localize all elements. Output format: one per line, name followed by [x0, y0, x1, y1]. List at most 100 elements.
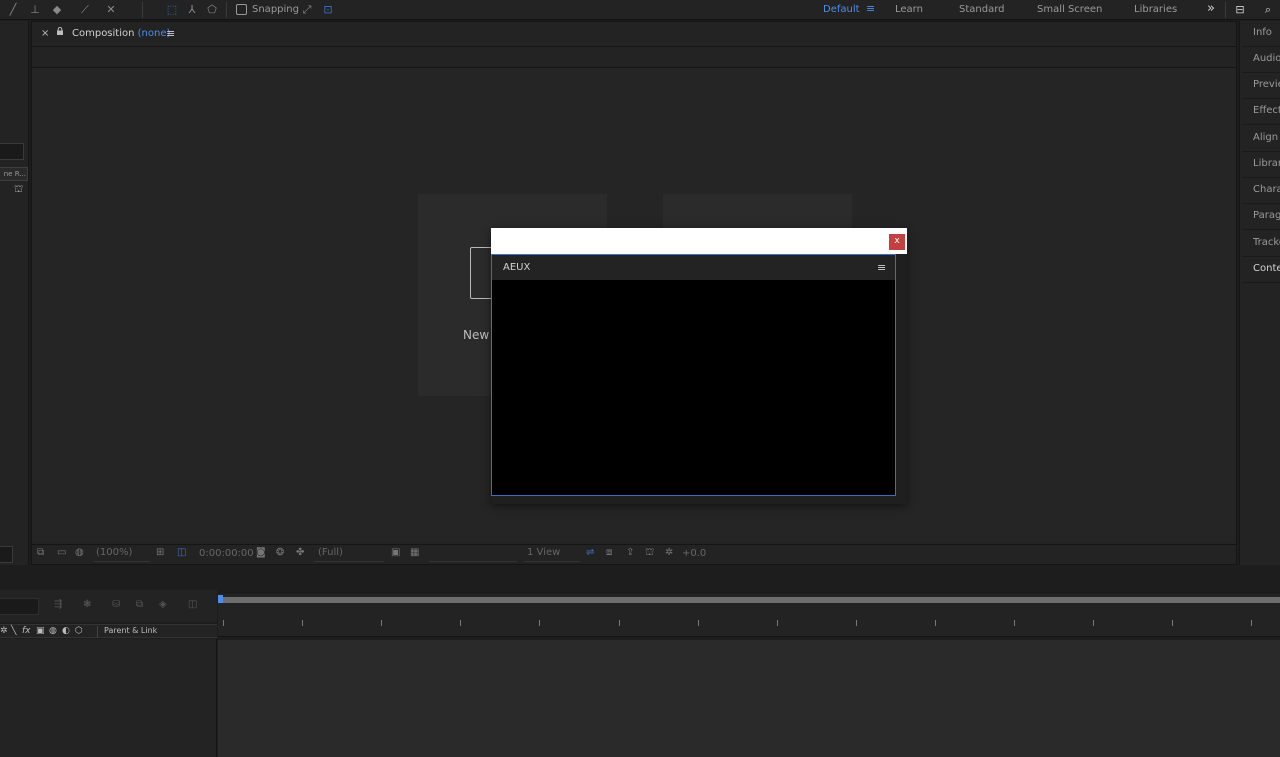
puppet-pin-tool-icon[interactable]: ✕ — [102, 1, 120, 19]
workspace-libraries[interactable]: Libraries — [1134, 4, 1177, 15]
brush-tool-icon[interactable]: ╱ — [4, 1, 22, 19]
axis-local-icon[interactable]: ⬚ — [163, 1, 181, 19]
motion-blur-icon[interactable]: ◈ — [159, 599, 167, 610]
composition-footer: ⧉ ▭ ◍ (100%) ⊞ ◫ 0:00:00:00 ◙ ❂ ✤ (Full)… — [32, 544, 1236, 564]
panel-align[interactable]: Align — [1242, 126, 1280, 152]
magnification-dropdown[interactable]: (100%) — [94, 547, 150, 562]
timeline-icon[interactable]: ⇪ — [626, 547, 634, 558]
transparency-grid-icon[interactable]: ▦ — [410, 547, 419, 558]
snap-options-icon[interactable]: ⤢ — [298, 1, 316, 19]
hide-shy-layers-icon[interactable]: ⛁ — [112, 599, 120, 610]
workspace-small-screen[interactable]: Small Screen — [1037, 4, 1102, 15]
panel-audio[interactable]: Audio — [1242, 47, 1280, 73]
panel-preview[interactable]: Previe — [1242, 73, 1280, 99]
lock-icon[interactable] — [56, 27, 64, 35]
panel-content[interactable]: Conter — [1242, 257, 1280, 283]
flowchart-icon[interactable]: ⛫ — [14, 184, 23, 197]
panel-menu-icon[interactable]: ≡ — [166, 27, 175, 40]
show-snapshot-icon[interactable]: ❂ — [276, 547, 284, 558]
vr-icon[interactable]: ◍ — [75, 547, 84, 558]
flowchart-icon[interactable]: ⛫ — [645, 547, 654, 560]
frame-blending-icon[interactable]: ⧉ — [136, 599, 143, 610]
motion-blur-switch-icon[interactable]: ◍ — [49, 625, 57, 638]
ruler-tick — [302, 620, 303, 626]
timeline-layer-list — [0, 639, 217, 757]
roto-brush-tool-icon[interactable]: ⟋ — [76, 1, 94, 19]
toolbar-separator — [226, 2, 227, 18]
panel-libraries[interactable]: Librari — [1242, 152, 1280, 178]
aeux-dialog-titlebar[interactable]: x — [491, 228, 907, 254]
workspace-overflow-icon[interactable]: » — [1207, 1, 1215, 16]
panel-effects[interactable]: Effects — [1242, 99, 1280, 125]
project-bottom-field[interactable] — [0, 546, 13, 563]
composition-tab-label: Composition — [72, 28, 135, 39]
panel-info[interactable]: Info — [1242, 21, 1280, 47]
quality-switch-icon[interactable]: ╲ — [11, 625, 16, 638]
panel-tracker[interactable]: Tracke — [1242, 231, 1280, 257]
composition-tab-bar: × Composition (none) ≡ — [32, 22, 1236, 47]
shy-switch-icon[interactable]: ✲ — [0, 625, 8, 638]
graph-editor-icon[interactable]: ◫ — [188, 599, 197, 610]
snapping-checkbox[interactable] — [236, 4, 247, 15]
exposure-value[interactable]: +0.0 — [682, 548, 706, 559]
workspace-layout-icon[interactable]: ⊟ — [1231, 1, 1249, 19]
color-channel-icon[interactable]: ✤ — [296, 547, 304, 558]
project-search-input[interactable] — [0, 143, 24, 160]
timeline-search-input[interactable] — [0, 598, 39, 615]
region-of-interest-icon[interactable]: ▣ — [391, 547, 400, 558]
resolution-dropdown[interactable]: (Full) — [314, 547, 384, 562]
ruler-tick — [856, 620, 857, 626]
top-toolbar: ╱ ⊥ ◆ ⟋ ✕ ⬚ ⅄ ⬠ Snapping ⤢ ⊡ Default ≡ L… — [0, 0, 1280, 20]
adjustment-layer-switch-icon[interactable]: ◐ — [62, 625, 70, 638]
workspace-learn[interactable]: Learn — [895, 4, 923, 15]
mask-visibility-icon[interactable]: ◫ — [177, 547, 186, 558]
always-preview-icon[interactable]: ⧉ — [37, 547, 44, 558]
aeux-panel-header: AEUX ≡ — [492, 255, 895, 280]
grid-guide-icon[interactable]: ⊞ — [156, 547, 164, 558]
search-help-icon[interactable]: ⌕ — [1259, 1, 1277, 19]
panel-menu-icon[interactable]: ≡ — [877, 261, 886, 274]
effect-switch-icon[interactable]: fx — [22, 625, 31, 638]
workspace-menu-icon[interactable]: ≡ — [866, 2, 875, 15]
close-tab-icon[interactable]: × — [41, 28, 49, 39]
panel-paragraph[interactable]: Paragr — [1242, 204, 1280, 230]
reset-exposure-icon[interactable]: ✲ — [665, 547, 673, 558]
timeline-track-area[interactable] — [218, 640, 1280, 757]
project-column-header[interactable]: ne R... — [0, 167, 28, 181]
workspace-default[interactable]: Default — [823, 4, 860, 15]
composition-mini-flowchart-icon[interactable]: ⇶ — [54, 599, 62, 610]
ruler-tick — [698, 620, 699, 626]
ruler-tick — [935, 620, 936, 626]
work-area-bar[interactable] — [218, 597, 1280, 603]
view-layout-dropdown[interactable]: 1 View — [524, 547, 580, 562]
toggle-pixel-aspect-icon[interactable]: ⇌ — [586, 547, 594, 558]
close-dialog-button[interactable]: x — [889, 234, 905, 250]
monitor-icon[interactable]: ▭ — [57, 547, 66, 558]
snapshot-camera-icon[interactable]: ◙ — [256, 547, 266, 558]
timeline-tab-strip — [0, 566, 1280, 590]
aeux-panel-title: AEUX — [503, 262, 531, 273]
toolbar-separator — [1225, 2, 1226, 18]
snap-feature-icon[interactable]: ⊡ — [319, 1, 337, 19]
draft-3d-icon[interactable]: ❃ — [83, 599, 91, 610]
ruler-tick — [1093, 620, 1094, 626]
camera-view-dropdown[interactable] — [429, 547, 517, 562]
axis-view-icon[interactable]: ⬠ — [203, 1, 221, 19]
3d-layer-switch-icon[interactable]: ⬡ — [75, 625, 83, 638]
playhead-marker[interactable] — [218, 595, 223, 603]
current-time[interactable]: 0:00:00:00 — [199, 548, 254, 559]
eraser-tool-icon[interactable]: ◆ — [48, 1, 66, 19]
toolbar-separator — [142, 2, 143, 18]
frame-blend-switch-icon[interactable]: ▣ — [36, 625, 45, 638]
parent-link-column-label: Parent & Link — [104, 626, 158, 635]
time-ruler[interactable] — [218, 594, 1280, 637]
ruler-tick — [1251, 620, 1252, 626]
right-panel-stack: Info Audio Previe Effects Align Librari … — [1239, 21, 1280, 565]
fast-preview-icon[interactable]: ⧈ — [606, 547, 612, 558]
workspace-standard[interactable]: Standard — [959, 4, 1005, 15]
aeux-dialog: x AEUX ≡ — [491, 228, 907, 504]
composition-tab-title[interactable]: Composition (none) — [72, 28, 170, 39]
panel-character[interactable]: Charac — [1242, 178, 1280, 204]
axis-world-icon[interactable]: ⅄ — [183, 1, 201, 19]
clone-stamp-tool-icon[interactable]: ⊥ — [26, 1, 44, 19]
